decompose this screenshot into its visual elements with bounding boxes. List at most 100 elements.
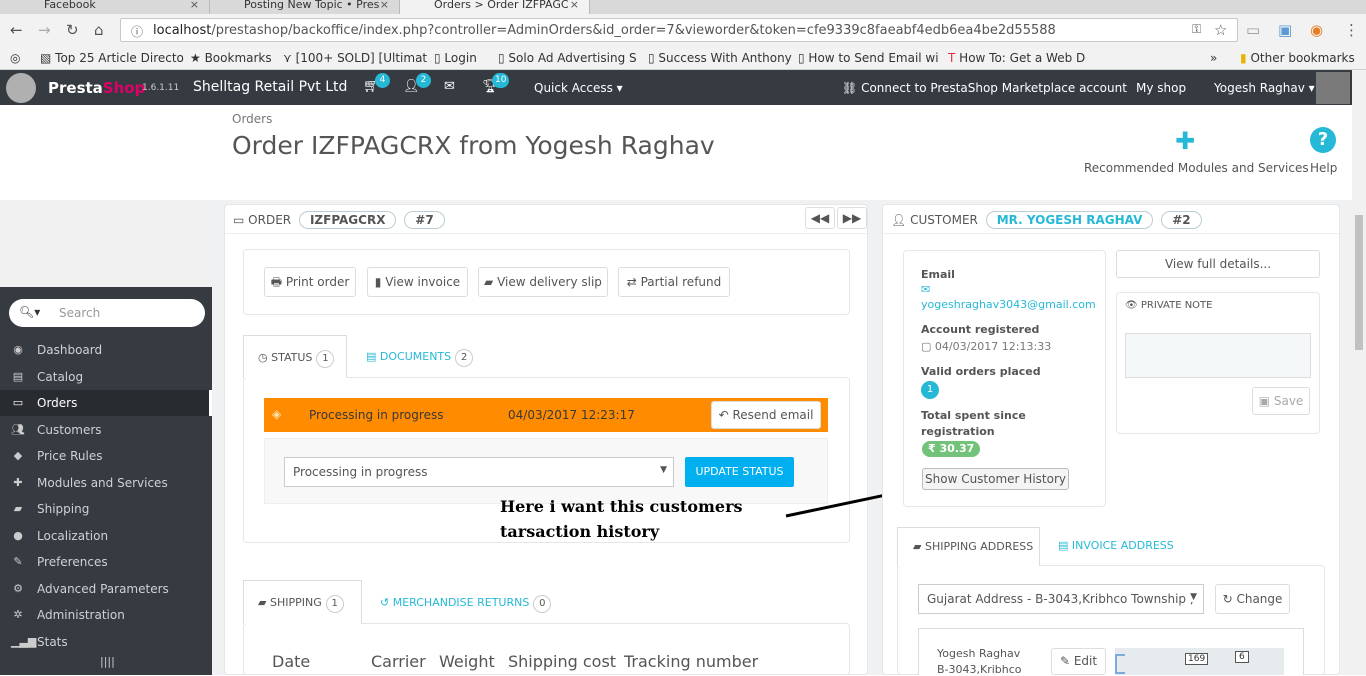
sidebar-item-preferences[interactable]: ✎ Preferences (0, 549, 212, 575)
update-status-button[interactable]: UPDATE STATUS (685, 457, 794, 487)
brand-name[interactable]: PrestaShop (48, 79, 145, 97)
key-icon[interactable]: ⚿ (1192, 22, 1201, 37)
help-icon[interactable]: ? (1310, 127, 1336, 153)
shop-name[interactable]: Shelltag Retail Pvt Ltd (193, 79, 347, 95)
bookmark-item[interactable]: ▯ How to Send Email wi (798, 51, 939, 65)
customer-name-pill[interactable]: MR. YOGESH RAGHAV (985, 211, 1154, 229)
resend-email-button[interactable]: ↶ Resend email (711, 401, 821, 429)
url-field[interactable]: ⓘ localhost/prestashop/backoffice/index.… (120, 18, 1238, 42)
tab-label: INVOICE ADDRESS (1071, 539, 1174, 552)
bookmark-icon[interactable]: ◎ (10, 51, 20, 65)
tab-invoice-address[interactable]: ▤ INVOICE ADDRESS (1058, 539, 1174, 552)
help-link[interactable]: Help (1310, 161, 1337, 175)
close-icon[interactable]: × (190, 0, 199, 11)
recommended-modules-link[interactable]: Recommended Modules and Services (1084, 161, 1309, 175)
prestashop-logo[interactable] (6, 73, 36, 103)
tab-documents[interactable]: ▤ DOCUMENTS 2 (366, 349, 474, 367)
more-bookmarks-icon[interactable]: » (1210, 51, 1217, 65)
reload-icon[interactable]: ↻ (66, 21, 79, 39)
browser-tab[interactable]: Posting New Topic • Pres × (210, 0, 400, 14)
preferences-icon: ✎ (13, 555, 23, 568)
search-icon[interactable]: 🔍︎▾ (19, 305, 40, 319)
partial-refund-button[interactable]: ⇄ Partial refund (618, 267, 730, 297)
menu-icon[interactable]: ⋮ (1344, 21, 1359, 39)
browser-tabstrip: Facebook × Posting New Topic • Pres × Orde… (0, 0, 1366, 14)
address-select[interactable]: Gujarat Address - B-3043,Kribhco Townshi… (918, 584, 1204, 614)
private-note-textarea[interactable] (1125, 333, 1311, 378)
tab-shipping[interactable]: ▰ SHIPPING 1 (243, 580, 362, 624)
tab-merchandise-returns[interactable]: ↺ MERCHANDISE RETURNS 0 (380, 595, 552, 613)
my-shop-link[interactable]: My shop (1136, 81, 1186, 95)
order-status-select[interactable]: Processing in progress ▼ (284, 457, 674, 487)
page-title: Order IZFPAGCRX from Yogesh Raghav (232, 131, 715, 160)
address-map[interactable]: 169 6 (1115, 648, 1284, 675)
sidebar-collapse-icon[interactable]: |||| (100, 655, 115, 668)
edit-address-button[interactable]: ✎ Edit (1051, 648, 1106, 675)
sidebar-item-dashboard[interactable]: ◉ Dashboard (0, 337, 212, 363)
view-delivery-slip-button[interactable]: ▰ View delivery slip (478, 267, 608, 297)
extension-icon[interactable]: ▭ (1246, 21, 1260, 39)
tab-status[interactable]: ◷ STATUS 1 (243, 335, 347, 378)
print-order-button[interactable]: 🖶 Print order (264, 267, 356, 297)
previous-order-button[interactable]: ◀◀ (805, 207, 835, 229)
home-icon[interactable]: ⌂ (94, 21, 104, 39)
back-icon[interactable]: ← (10, 21, 23, 39)
bookmark-item[interactable]: ▯ Solo Ad Advertising S (498, 51, 637, 65)
quick-access-menu[interactable]: Quick Access ▾ (534, 81, 623, 95)
tab-shipping-address[interactable]: ▰ SHIPPING ADDRESS (897, 527, 1040, 566)
sidebar-item-localization[interactable]: ● Localization (0, 523, 212, 549)
sidebar-item-orders[interactable]: ▭ Orders (0, 390, 212, 416)
bookmark-item[interactable]: ▯ Login (434, 51, 477, 65)
mail-icon[interactable]: ✉ (444, 79, 455, 94)
change-address-button[interactable]: ↻ Change (1215, 584, 1290, 614)
info-icon[interactable]: ⓘ (131, 23, 143, 40)
breadcrumb[interactable]: Orders (232, 112, 272, 126)
avatar[interactable] (1316, 72, 1350, 104)
sidebar-item-stats[interactable]: ▁▃▆ Stats (0, 629, 212, 655)
sidebar-item-shipping[interactable]: ▰ Shipping (0, 496, 212, 522)
bookmark-item[interactable]: ▯ Success With Anthony (648, 51, 792, 65)
bookmark-item[interactable]: ▧ Top 25 Article Directo (40, 51, 184, 65)
sidebar-item-catalog[interactable]: ▤ Catalog (0, 364, 212, 390)
sidebar-item-price-rules[interactable]: ◆ Price Rules (0, 443, 212, 469)
view-invoice-button[interactable]: ▮ View invoice (367, 267, 468, 297)
messages-badge: 10 (492, 73, 510, 88)
bookmark-item[interactable]: T How To: Get a Web D (948, 51, 1085, 65)
save-note-button[interactable]: ▣ Save (1252, 387, 1310, 415)
user-menu[interactable]: Yogesh Raghav ▾ (1214, 81, 1315, 95)
sidebar-item-label: Preferences (37, 555, 108, 569)
marketplace-link[interactable]: ⛓ Connect to PrestaShop Marketplace acco… (842, 81, 1127, 95)
sidebar-item-administration[interactable]: ✲ Administration (0, 602, 212, 628)
valid-orders-label: Valid orders placed (921, 365, 1041, 378)
sidebar-item-customers[interactable]: 👥︎ Customers (0, 417, 212, 443)
registered-label: Account registered (921, 323, 1040, 336)
bookmark-item[interactable]: ★ Bookmarks (190, 51, 272, 65)
extension-icon[interactable]: ▣ (1278, 21, 1292, 39)
bookmark-item[interactable]: ⋎ [100+ SOLD] [Ultimat (283, 51, 427, 65)
page-scrollbar[interactable] (1352, 70, 1366, 675)
forward-icon[interactable]: → (38, 21, 51, 39)
bookmark-label: Login (444, 51, 477, 65)
show-customer-history-button[interactable]: Show Customer History (922, 468, 1069, 490)
star-icon[interactable]: ☆ (1214, 21, 1227, 39)
browser-tab[interactable]: Facebook × (10, 0, 210, 14)
customer-email-link[interactable]: yogeshraghav3043@gmail.com (921, 298, 1097, 311)
tab-count: 2 (455, 349, 474, 367)
sidebar-item-advanced[interactable]: ⚙ Advanced Parameters (0, 576, 212, 602)
shipping-icon: ▰ (13, 502, 23, 515)
puzzle-icon[interactable]: ✚ (1175, 127, 1195, 155)
next-order-button[interactable]: ▶▶ (837, 207, 867, 229)
close-icon[interactable]: × (380, 0, 389, 11)
sidebar-item-modules[interactable]: ✚ Modules and Services (0, 470, 212, 496)
catalog-icon: ▤ (12, 370, 24, 383)
tab-label: MERCHANDISE RETURNS (392, 596, 530, 609)
email-label: Email (921, 268, 955, 281)
sidebar-search[interactable]: 🔍︎▾ Search (9, 299, 205, 327)
view-full-details-button[interactable]: View full details... (1116, 250, 1320, 278)
other-bookmarks[interactable]: ▮ Other bookmarks (1240, 51, 1355, 65)
scrollbar-thumb[interactable] (1355, 215, 1363, 350)
close-icon[interactable]: × (570, 0, 579, 11)
button-label: Change (1236, 592, 1283, 606)
browser-tab-active[interactable]: Orders > Order IZFPAGC × (400, 0, 590, 14)
extension-icon[interactable]: ◉ (1310, 21, 1323, 39)
